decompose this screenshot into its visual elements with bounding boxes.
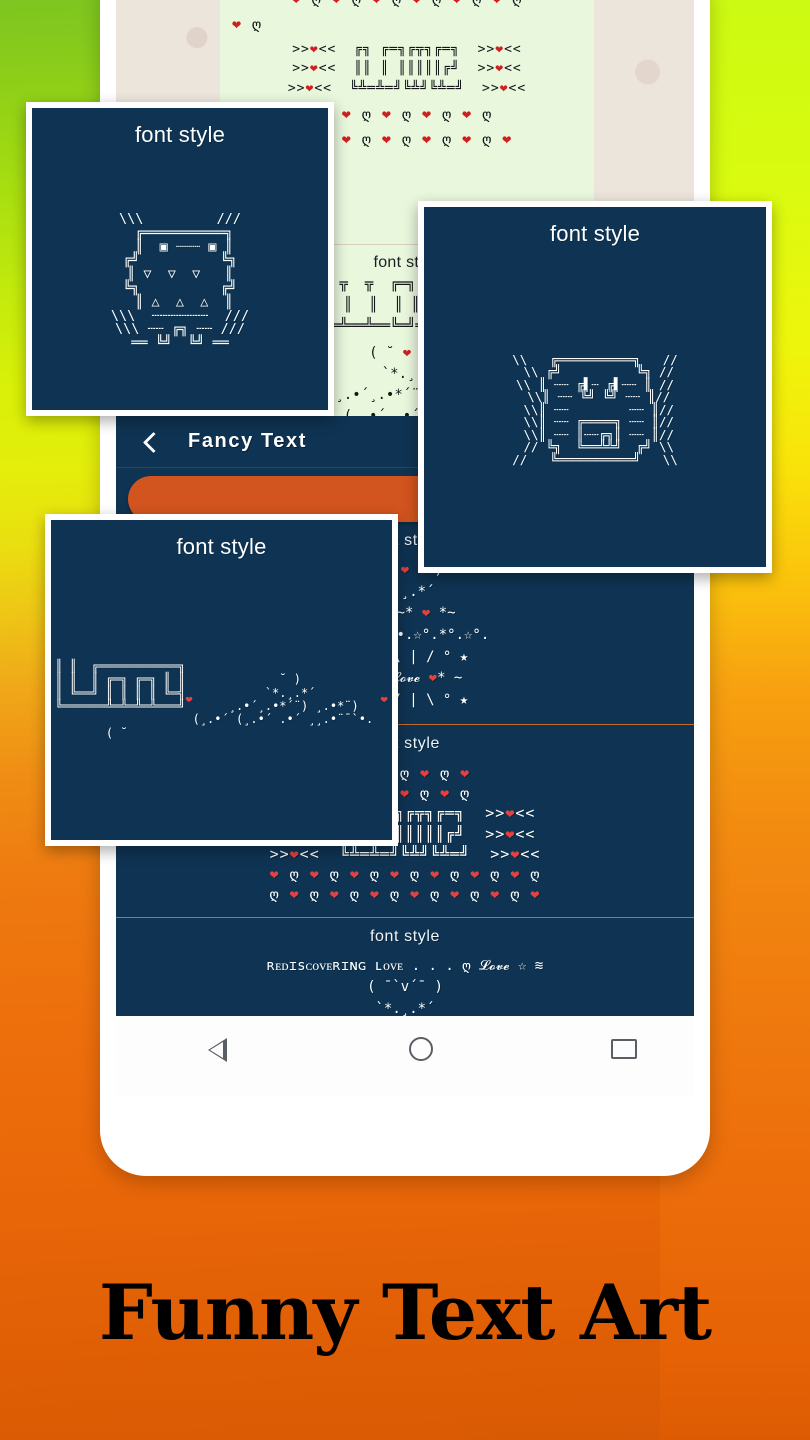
back-triangle-icon (208, 1038, 228, 1062)
nav-back-button[interactable] (188, 1034, 248, 1068)
card-art: ║ ║ ╔═══════════╗ ║ ║ ║ ╔═╗ ╔═╗ ║ ║ ║ ╚═… (55, 658, 388, 740)
recents-square-icon (611, 1039, 638, 1059)
page-title: Fancy Text (188, 430, 307, 452)
android-navigation-bar (116, 1016, 694, 1096)
card-title: font style (134, 122, 226, 147)
home-circle-icon (408, 1037, 433, 1061)
preview-card-robot[interactable]: font style \\\ /// ╔══════════╗ ║ ▣ ┈┈┈ … (26, 102, 334, 416)
card-title: font style (549, 221, 641, 246)
poster-headline: Funny Text Art (98, 1268, 712, 1357)
card-art: \\ ╔══════════╗ // \\ ╔╝ ╚╗ // \\ ║ ┄┄ ╔… (512, 351, 678, 467)
hearts-row-top-1: ❤ ღ ❤ ღ ❤ ღ ❤ ღ ❤ ღ ❤ ღ (220, 0, 594, 11)
list-item-label: font style (369, 927, 441, 945)
nav-recents-button[interactable] (594, 1034, 654, 1068)
nav-home-button[interactable] (391, 1034, 451, 1068)
hearts-row-top-2: ❤ ღ (232, 14, 263, 33)
love-block-art: >>❤<< ╔╗ ╔═╗╔╦╗╔═╗ >>❤<< >>❤<< ║║ ║ ║║║║… (287, 41, 527, 97)
preview-card-love[interactable]: font style ║ ║ ╔═══════════╗ ║ ║ ║ ╔═╗ ╔… (45, 514, 398, 846)
back-arrow-icon[interactable] (140, 432, 160, 452)
card-art: \\\ /// ╔══════════╗ ║ ▣ ┈┈┈ ▣ ║ ╔╝ ╚╗ ║… (110, 211, 250, 352)
card-title: font style (176, 534, 267, 559)
preview-card-face[interactable]: font style \\ ╔══════════╗ // \\ ╔╝ ╚╗ /… (418, 201, 772, 573)
poster-canvas: ❤ ღ ❤ ღ ❤ ღ ❤ ღ ❤ ღ ❤ ღ ❤ ღ >>❤<< ╔╗ ╔═╗… (0, 0, 810, 1440)
